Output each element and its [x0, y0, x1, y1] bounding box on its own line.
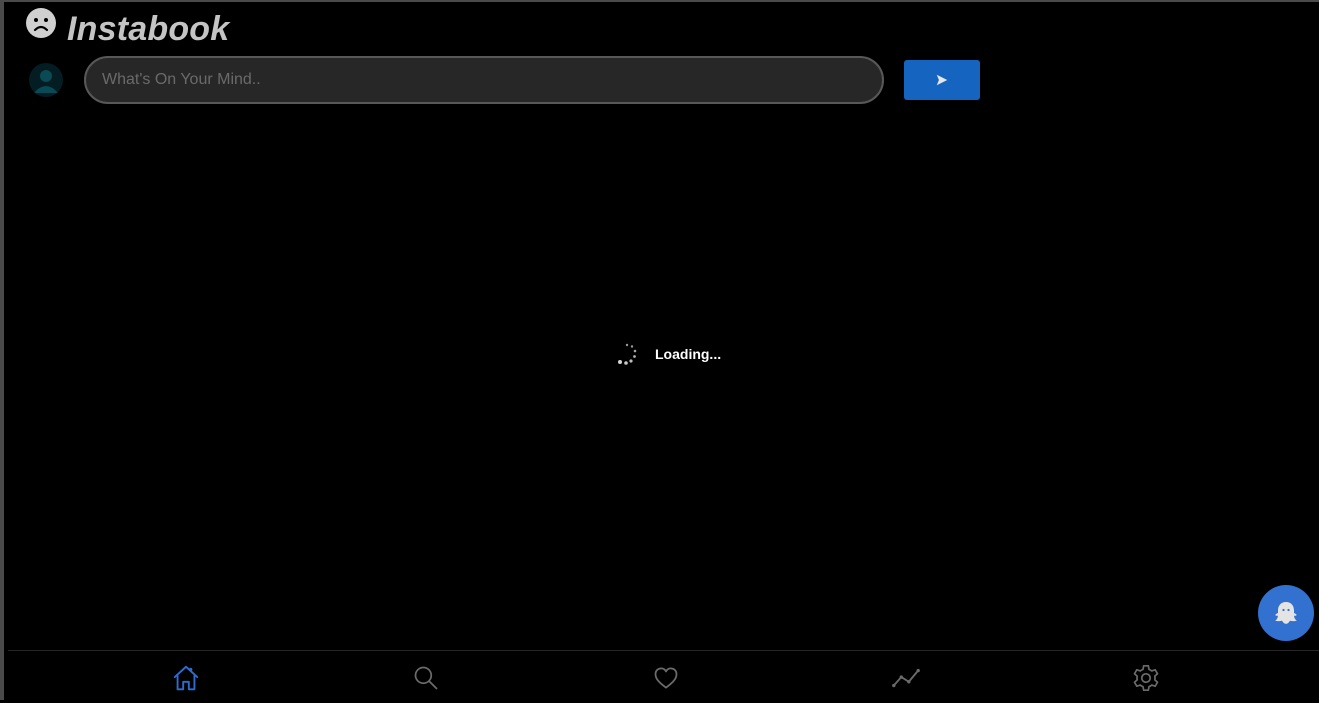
ghost-fab-button[interactable] — [1258, 585, 1314, 641]
home-icon — [173, 665, 199, 691]
sad-face-icon — [26, 8, 56, 38]
search-icon — [414, 666, 438, 690]
send-button[interactable] — [904, 60, 980, 100]
gear-icon — [1133, 664, 1159, 692]
bottom-nav — [8, 650, 1319, 703]
nav-settings[interactable] — [1130, 662, 1162, 694]
heart-icon — [654, 667, 678, 689]
nav-favorites[interactable] — [650, 662, 682, 694]
trend-icon — [892, 668, 920, 688]
user-avatar[interactable] — [29, 63, 63, 97]
nav-activity[interactable] — [890, 662, 922, 694]
user-avatar-icon — [34, 70, 58, 93]
app-title: Instabook — [67, 9, 230, 48]
app-frame: Instabook Loading... — [0, 0, 1319, 703]
spinner-icon — [618, 343, 637, 365]
loading-indicator: Loading... — [615, 340, 721, 368]
ghost-icon — [1275, 602, 1297, 624]
app-header: Instabook — [25, 8, 230, 49]
nav-home[interactable] — [170, 662, 202, 694]
nav-search[interactable] — [410, 662, 442, 694]
send-arrow-icon — [936, 74, 948, 86]
loading-text: Loading... — [655, 346, 722, 362]
post-input[interactable] — [84, 56, 884, 104]
